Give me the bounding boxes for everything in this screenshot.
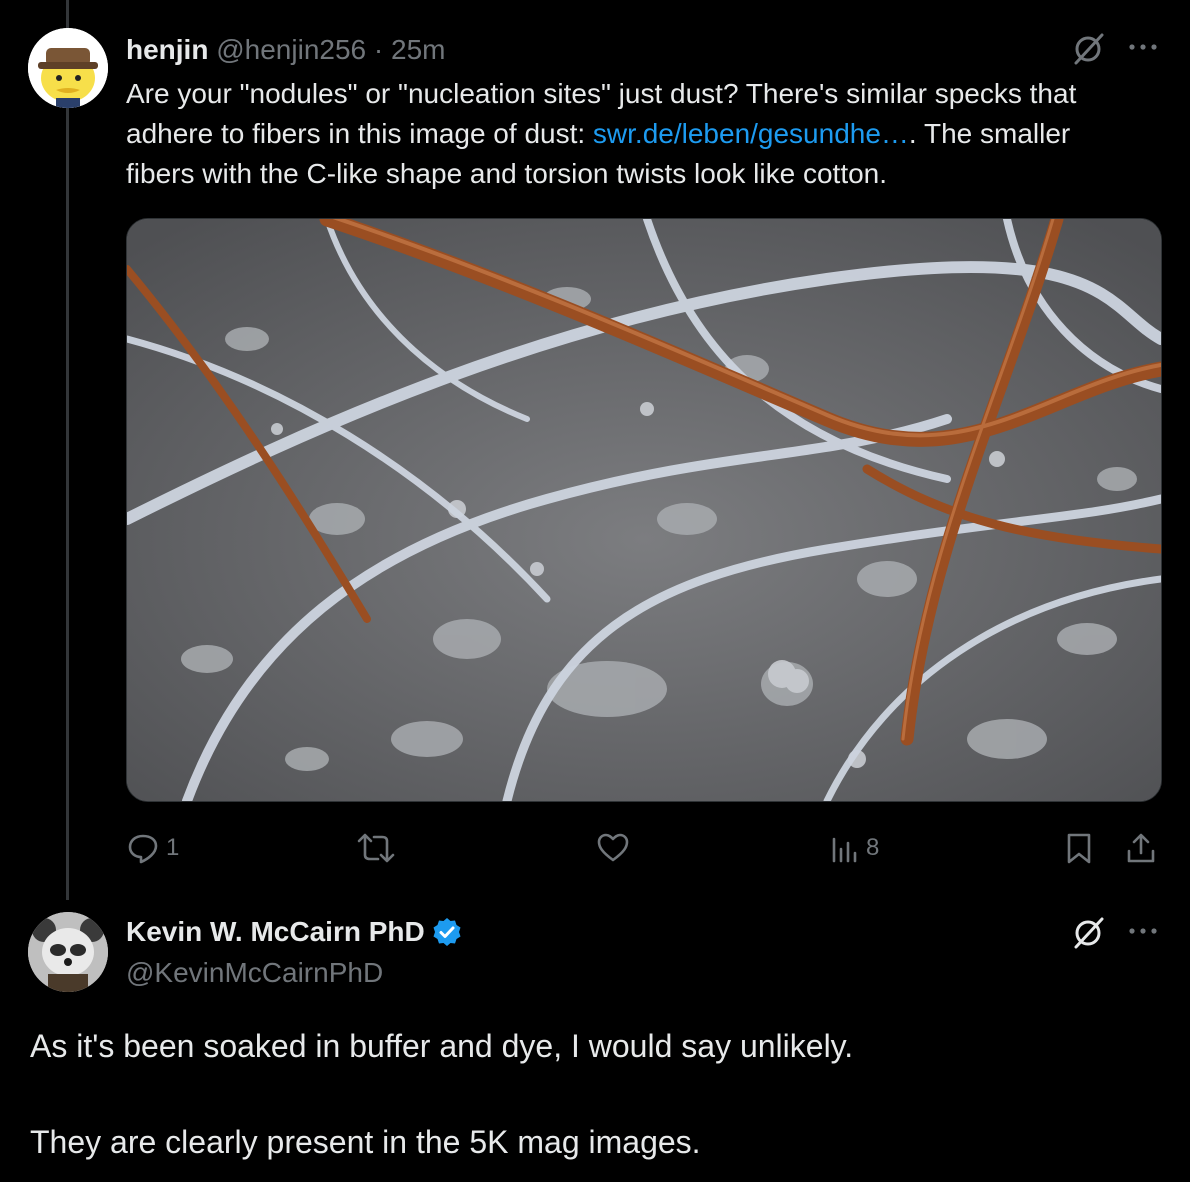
verified-badge-icon [431,916,463,948]
views-count: 8 [866,834,880,861]
author-name[interactable]: henjin [126,34,208,65]
post-timestamp[interactable]: 25m [391,34,445,65]
post1-header: henjin @henjin256 · 25m [126,34,445,66]
post-paragraph-2: They are clearly present in the 5K mag i… [30,1124,701,1160]
grok-icon[interactable] [1072,32,1106,71]
paragraph-spacer [30,1070,1150,1118]
reply-button[interactable]: 1 [126,828,179,868]
views-button[interactable]: 8 [830,828,879,868]
repost-button[interactable] [356,828,402,868]
author-handle[interactable]: @KevinMcCairnPhD [126,955,383,991]
like-button[interactable] [596,828,636,868]
heart-icon [596,831,630,865]
bookmark-button[interactable] [1064,828,1094,868]
thread-connector-line [66,0,69,900]
grok-icon[interactable] [1072,916,1106,955]
views-icon [830,831,860,865]
post-paragraph-1: As it's been soaked in buffer and dye, I… [30,1028,854,1064]
avatar-kevin-mccairn[interactable] [28,912,108,992]
share-button[interactable] [1124,828,1158,868]
repost-icon [356,831,396,865]
post1-action-bar: 1 8 [0,828,1190,868]
more-icon[interactable] [1128,924,1158,943]
separator-dot: · [373,34,384,65]
author-handle[interactable]: @henjin256 [216,34,366,65]
dust-micrograph-image [127,219,1161,801]
post2-text: As it's been soaked in buffer and dye, I… [30,1022,1150,1166]
avatar-illustration [28,912,108,992]
post1-text: Are your "nodules" or "nucleation sites"… [126,74,1126,194]
more-icon[interactable] [1128,40,1158,59]
post2-author-row: Kevin W. McCairn PhD [126,914,463,950]
reply-icon [126,831,160,865]
avatar-illustration [28,28,108,108]
post-media-image[interactable] [126,218,1162,802]
author-name[interactable]: Kevin W. McCairn PhD [126,914,425,950]
bookmark-icon [1064,831,1094,865]
reply-count: 1 [166,834,180,861]
avatar-henjin[interactable] [28,28,108,108]
post-link[interactable]: swr.de/leben/gesundhe… [593,118,909,149]
share-icon [1124,831,1158,865]
